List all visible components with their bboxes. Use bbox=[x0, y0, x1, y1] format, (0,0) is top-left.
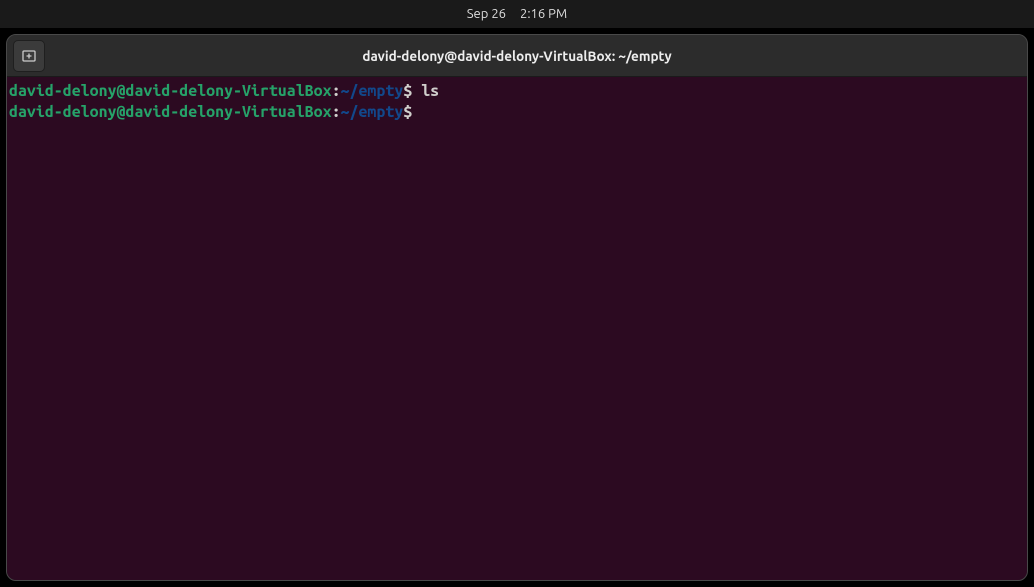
prompt-dollar: $ bbox=[403, 103, 412, 121]
terminal-line: david-delony@david-delony-VirtualBox:~/e… bbox=[9, 81, 1025, 102]
gnome-top-bar: Sep 26 2:16 PM bbox=[0, 0, 1034, 28]
prompt-colon: : bbox=[332, 82, 341, 100]
prompt-dollar: $ bbox=[403, 82, 412, 100]
window-container: david-delony@david-delony-VirtualBox: ~/… bbox=[0, 28, 1034, 587]
prompt-user-host: david-delony@david-delony-VirtualBox bbox=[9, 82, 332, 100]
terminal-command: ls bbox=[412, 82, 439, 100]
new-tab-button[interactable] bbox=[13, 40, 45, 72]
prompt-path: ~/empty bbox=[341, 103, 404, 121]
prompt-user-host: david-delony@david-delony-VirtualBox bbox=[9, 103, 332, 121]
top-bar-date[interactable]: Sep 26 bbox=[467, 7, 506, 21]
top-bar-time[interactable]: 2:16 PM bbox=[520, 7, 567, 21]
title-bar[interactable]: david-delony@david-delony-VirtualBox: ~/… bbox=[7, 35, 1027, 77]
window-title: david-delony@david-delony-VirtualBox: ~/… bbox=[7, 48, 1027, 64]
prompt-path: ~/empty bbox=[341, 82, 404, 100]
terminal-area[interactable]: david-delony@david-delony-VirtualBox:~/e… bbox=[7, 77, 1027, 580]
prompt-colon: : bbox=[332, 103, 341, 121]
new-tab-icon bbox=[21, 48, 37, 64]
terminal-line: david-delony@david-delony-VirtualBox:~/e… bbox=[9, 102, 1025, 123]
terminal-window: david-delony@david-delony-VirtualBox: ~/… bbox=[6, 34, 1028, 581]
